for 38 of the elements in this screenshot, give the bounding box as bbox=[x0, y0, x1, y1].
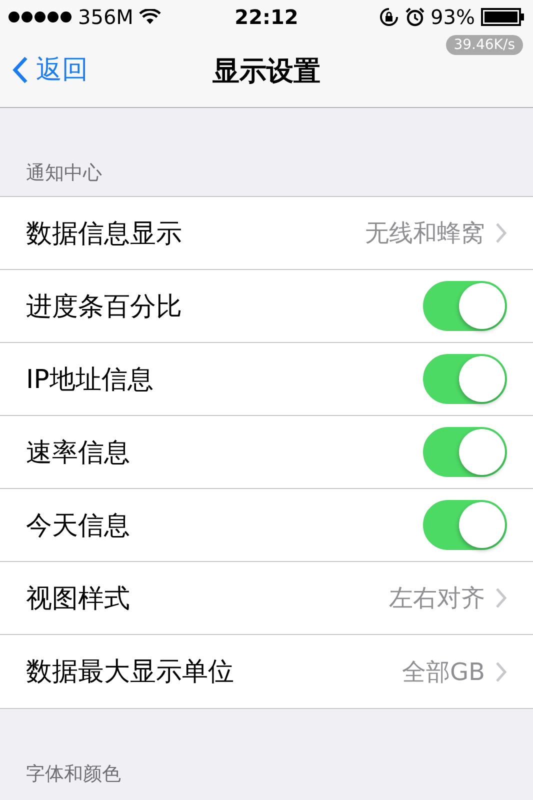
settings-row[interactable]: IP地址信息 bbox=[0, 343, 533, 416]
toggle-switch[interactable] bbox=[423, 500, 507, 550]
chevron-right-icon bbox=[495, 660, 507, 682]
chevron-right-icon bbox=[495, 587, 507, 609]
chevron-left-icon bbox=[12, 56, 28, 84]
row-value: 无线和蜂窝 bbox=[365, 218, 485, 249]
battery-percent: 93% bbox=[430, 5, 475, 29]
row-label: 今天信息 bbox=[26, 510, 131, 542]
back-button[interactable]: 返回 bbox=[12, 52, 88, 87]
settings-row[interactable]: 视图样式 左右对齐 bbox=[0, 562, 533, 635]
row-value: 全部GB bbox=[402, 656, 485, 688]
row-label: 视图样式 bbox=[26, 582, 131, 616]
settings-row[interactable]: 进度条百分比 bbox=[0, 270, 533, 343]
speed-badge: 39.46K/s bbox=[446, 35, 523, 55]
row-label: 速率信息 bbox=[26, 436, 131, 470]
row-label: 进度条百分比 bbox=[26, 290, 183, 324]
clock-time: 22:12 bbox=[234, 5, 298, 29]
rotation-lock-icon bbox=[378, 7, 399, 27]
alarm-icon bbox=[404, 7, 425, 27]
section-header: 通知中心 bbox=[25, 161, 103, 186]
toggle-switch[interactable] bbox=[423, 354, 507, 404]
row-label: 数据最大显示单位 bbox=[26, 656, 235, 689]
wifi-icon bbox=[139, 9, 162, 25]
settings-row[interactable]: 今天信息 bbox=[0, 489, 533, 562]
toggle-switch[interactable] bbox=[423, 427, 507, 477]
toggle-switch[interactable] bbox=[423, 281, 507, 331]
settings-row[interactable]: 数据最大显示单位 全部GB bbox=[0, 635, 533, 708]
row-label: 数据信息显示 bbox=[26, 218, 183, 250]
page-title: 显示设置 bbox=[212, 54, 320, 88]
section-header: 字体和颜色 bbox=[25, 762, 122, 787]
row-value: 左右对齐 bbox=[389, 583, 485, 614]
settings-row[interactable]: 速率信息 bbox=[0, 416, 533, 489]
battery-icon bbox=[481, 8, 525, 26]
settings-row[interactable]: 数据信息显示 无线和蜂窝 bbox=[0, 197, 533, 270]
carrier-text: 356M bbox=[78, 5, 134, 29]
row-label: IP地址信息 bbox=[26, 364, 154, 396]
signal-icon bbox=[8, 11, 72, 23]
chevron-right-icon bbox=[495, 222, 507, 244]
